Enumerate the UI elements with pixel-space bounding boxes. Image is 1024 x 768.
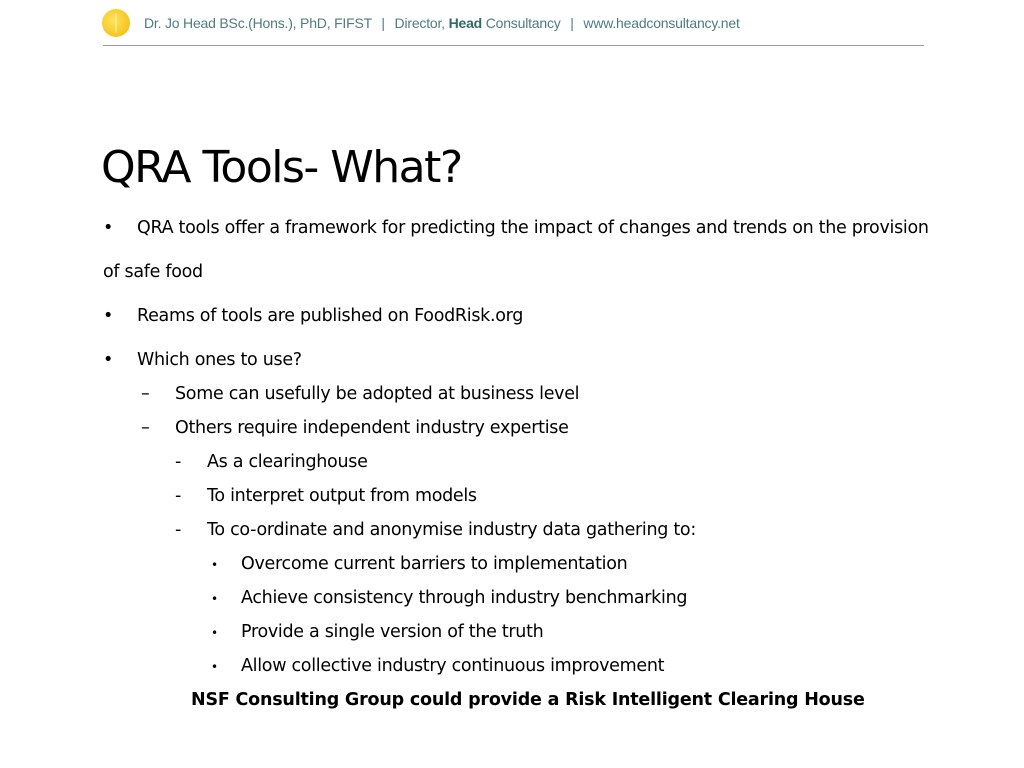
role-prefix: Director, (394, 15, 446, 31)
bullet-text-continued: of safe food (103, 262, 203, 282)
bullet-text: QRA tools offer a framework for predicti… (137, 218, 929, 238)
header-divider (103, 45, 924, 46)
sub-bullet-text: Others require independent industry expe… (175, 418, 569, 438)
sub-sub-bullet-text: To co-ordinate and anonymise industry da… (207, 520, 696, 540)
sub-sub-bullet-text: As a clearinghouse (207, 452, 368, 472)
company-name-rest: Consultancy (485, 15, 561, 31)
level4-bullet-text: Allow collective industry continuous imp… (241, 656, 665, 676)
slide-header: Dr. Jo Head BSc.(Hons.), PhD, FIFST | Di… (102, 8, 740, 38)
website-link[interactable]: www.headconsultancy.net (583, 15, 739, 31)
sun-logo-icon (102, 9, 130, 37)
header-separator: | (570, 15, 574, 31)
level4-bullet-text: Achieve consistency through industry ben… (241, 588, 688, 608)
bullet-text: Reams of tools are published on FoodRisk… (137, 306, 524, 326)
header-credits: Dr. Jo Head BSc.(Hons.), PhD, FIFST | Di… (144, 15, 740, 31)
small-bullet-marker: • (211, 626, 219, 640)
sub-sub-bullet-text: To interpret output from models (207, 486, 477, 506)
closing-statement: NSF Consulting Group could provide a Ris… (191, 690, 865, 710)
bullet-marker: • (103, 306, 114, 326)
bullet-marker: • (103, 350, 114, 370)
hyphen-marker: - (175, 452, 182, 472)
small-bullet-marker: • (211, 660, 219, 674)
bullet-marker: • (103, 218, 114, 238)
small-bullet-marker: • (211, 592, 219, 606)
sub-bullet-text: Some can usefully be adopted at business… (175, 384, 580, 404)
level4-bullet-text: Overcome current barriers to implementat… (241, 554, 628, 574)
company-name-strong: Head (448, 15, 483, 31)
dash-marker: – (141, 384, 150, 404)
hyphen-marker: - (175, 520, 182, 540)
dash-marker: – (141, 418, 150, 438)
level4-bullet-text: Provide a single version of the truth (241, 622, 544, 642)
header-separator: | (381, 15, 385, 31)
author-name: Dr. Jo Head BSc.(Hons.), PhD, FIFST (144, 15, 372, 31)
bullet-text: Which ones to use? (137, 350, 302, 370)
small-bullet-marker: • (211, 558, 219, 572)
hyphen-marker: - (175, 486, 182, 506)
slide-title: QRA Tools- What? (101, 142, 463, 193)
